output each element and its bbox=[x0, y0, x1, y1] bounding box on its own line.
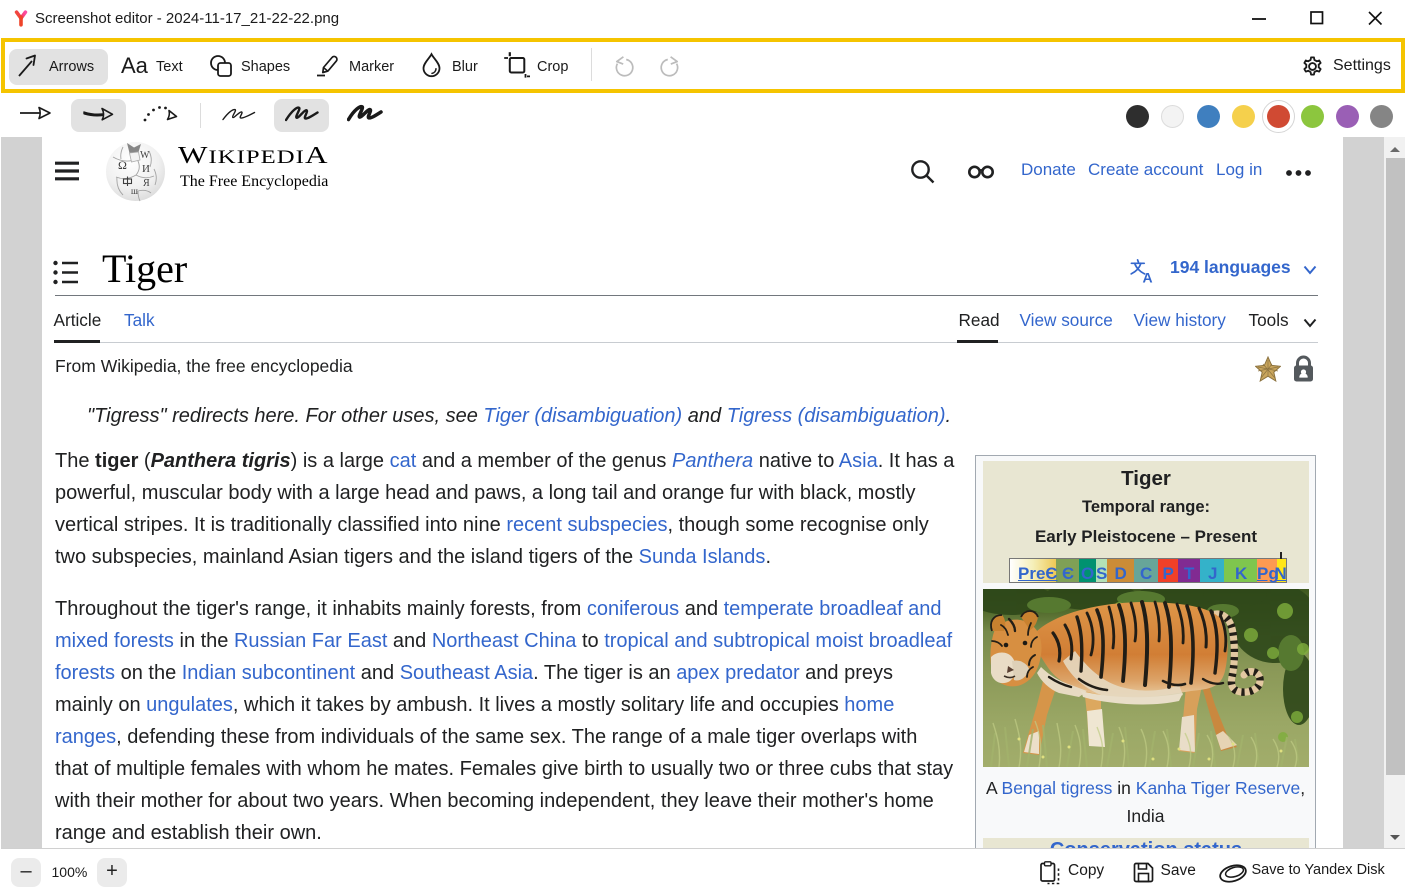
svg-text:W: W bbox=[140, 150, 150, 161]
svg-text:ш: ш bbox=[131, 186, 138, 196]
svg-text:Я: Я bbox=[143, 178, 150, 189]
svg-text:И: И bbox=[142, 163, 150, 175]
svg-text:Ω: Ω bbox=[118, 158, 127, 172]
svg-text:A: A bbox=[1143, 270, 1153, 284]
